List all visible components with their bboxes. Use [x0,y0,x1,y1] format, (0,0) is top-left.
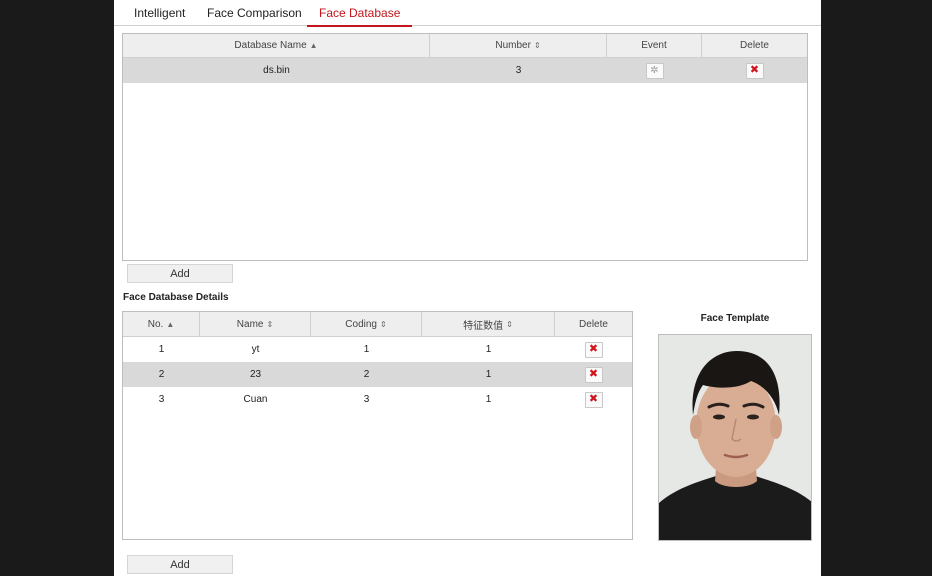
face-template-label: Face Template [700,313,770,324]
col-label: Database Name [234,40,307,51]
event-settings-button[interactable]: ✲ [645,62,664,79]
sort-toggle-icon: ⇕ [506,319,513,329]
name-cell: yt [251,344,260,355]
sort-asc-icon: ▲ [309,41,318,50]
col-no[interactable]: No. ▲ [123,312,200,336]
col-label: Coding [345,318,377,330]
face-template-image [658,334,812,541]
name-cell: 23 [249,369,262,380]
delete-face-button[interactable]: ✖ [584,341,603,358]
col-database-name[interactable]: Database Name ▲ [123,34,430,57]
tab-face-database[interactable]: Face Database [306,6,413,27]
delete-cell: ✖ [555,362,632,387]
col-name[interactable]: Name ⇕ [200,312,311,336]
delete-cell: ✖ [555,387,632,412]
col-label: 特征数值 [463,320,504,332]
table-row[interactable]: 3 Cuan 3 1 ✖ [123,387,632,412]
details-table-header: No. ▲ Name ⇕ Coding ⇕ 特征数值 ⇕ Delete [123,312,632,337]
col-delete: Delete [555,312,632,336]
close-icon: ✖ [749,64,760,76]
col-label: Delete [740,40,769,51]
delete-face-button[interactable]: ✖ [584,366,603,383]
sort-toggle-icon: ⇕ [266,319,274,329]
col-feature-value[interactable]: 特征数值 ⇕ [422,312,555,336]
close-icon: ✖ [588,368,599,380]
sort-toggle-icon: ⇕ [380,319,387,329]
feature-value-cell: 1 [485,369,492,380]
section-title: Face Database Details [123,292,229,303]
col-label: Delete [579,318,608,330]
add-face-button[interactable]: Add [127,555,233,574]
tab-face-comparison[interactable]: Face Comparison [207,6,302,26]
feature-value-cell: 1 [485,344,492,355]
feature-value-cell: 1 [485,394,492,405]
name-cell: Cuan [243,394,268,405]
coding-cell: 2 [363,369,370,380]
col-coding[interactable]: Coding ⇕ [311,312,422,336]
face-details-table: No. ▲ Name ⇕ Coding ⇕ 特征数值 ⇕ Delete 1 yt… [122,311,633,540]
tab-bar: Intelligent Face Comparison Face Databas… [114,0,821,27]
no-cell: 2 [158,369,165,380]
col-number[interactable]: Number ⇕ [430,34,607,57]
col-label: Name [236,318,264,330]
add-database-button[interactable]: Add [127,264,233,283]
table-row[interactable]: 2 23 2 1 ✖ [123,362,632,387]
sort-toggle-icon: ⇕ [533,41,541,50]
database-table-header: Database Name ▲ Number ⇕ Event Delete [123,34,807,58]
delete-cell: ✖ [555,337,632,362]
coding-cell: 1 [363,344,370,355]
number-cell: 3 [515,65,522,76]
tab-intelligent[interactable]: Intelligent [134,6,185,26]
database-name-cell: ds.bin [263,65,290,76]
col-delete: Delete [702,34,807,57]
database-table: Database Name ▲ Number ⇕ Event Delete ds… [122,33,808,261]
no-cell: 3 [158,394,165,405]
col-label: Event [641,40,667,51]
event-cell: ✲ [607,58,702,83]
gear-icon: ✲ [650,64,659,76]
delete-database-button[interactable]: ✖ [745,62,764,79]
close-icon: ✖ [588,393,599,405]
delete-cell: ✖ [702,58,807,83]
coding-cell: 3 [363,394,370,405]
col-label: Number [495,40,531,51]
no-cell: 1 [158,344,165,355]
col-event: Event [607,34,702,57]
face-photo [659,335,811,540]
col-label: No. [147,318,164,330]
table-row[interactable]: 1 yt 1 1 ✖ [123,337,632,362]
sort-asc-icon: ▲ [166,319,175,329]
close-icon: ✖ [588,343,599,355]
delete-face-button[interactable]: ✖ [584,391,603,408]
face-database-page: Intelligent Face Comparison Face Databas… [114,0,821,576]
table-row[interactable]: ds.bin 3 ✲ ✖ [123,58,807,83]
